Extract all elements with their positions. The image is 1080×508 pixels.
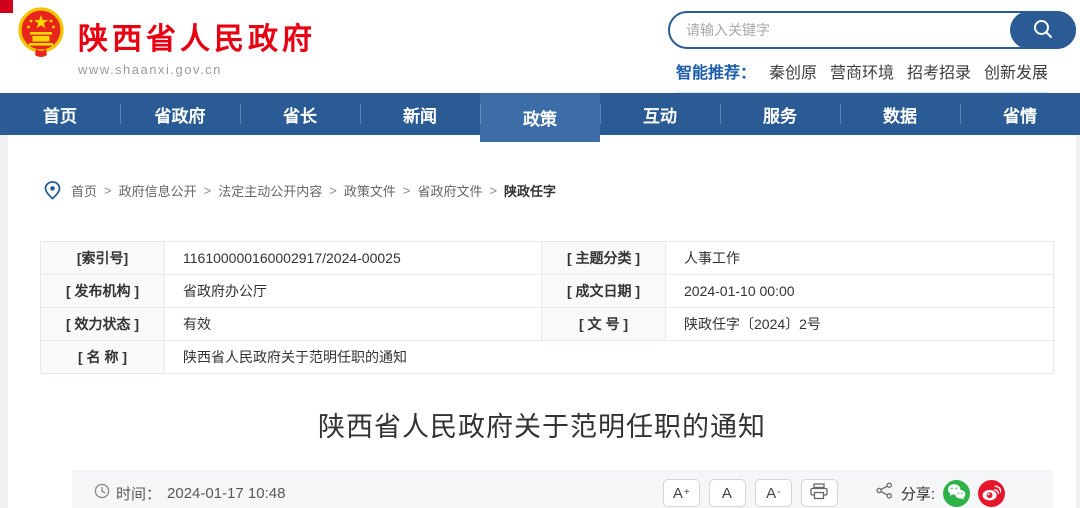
table-row: [索引号] 116100000160002917/2024-00025 [ 主题… — [41, 242, 1054, 275]
search-button[interactable] — [1010, 11, 1076, 49]
font-increase-button[interactable]: A+ — [663, 479, 700, 507]
nav-item-data[interactable]: 数据 — [840, 93, 960, 135]
site-header: 陕西省人民政府 www.shaanxi.gov.cn 智能推荐： 秦创原 营商环… — [0, 0, 1080, 93]
doc-name-label: [ 名 称 ] — [41, 341, 165, 374]
page-body: 首页 > 政府信息公开 > 法定主动公开内容 > 政策文件 > 省政府文件 > … — [0, 135, 1080, 508]
search-icon — [1032, 18, 1054, 43]
site-identity: 陕西省人民政府 www.shaanxi.gov.cn — [78, 6, 316, 77]
breadcrumb-separator: > — [329, 183, 337, 198]
issuing-agency-value: 省政府办公厅 — [165, 275, 542, 308]
issue-date-label: [ 成文日期 ] — [542, 275, 666, 308]
breadcrumb-policy-docs[interactable]: 政策文件 — [344, 181, 396, 200]
nav-item-interaction[interactable]: 互动 — [600, 93, 720, 135]
time-value: 2024-01-17 10:48 — [167, 485, 285, 502]
wechat-icon — [947, 483, 966, 503]
breadcrumb-home[interactable]: 首页 — [71, 181, 97, 200]
breadcrumb-current: 陕政任字 — [504, 181, 556, 200]
site-url: www.shaanxi.gov.cn — [78, 62, 316, 77]
breadcrumb-separator: > — [204, 183, 212, 198]
toolbar-actions: A+ A A- — [663, 479, 1031, 507]
article-title: 陕西省人民政府关于范明任职的通知 — [8, 405, 1076, 444]
font-decrease-button[interactable]: A- — [755, 479, 792, 507]
time-label: 时间： — [116, 483, 161, 504]
table-row: [ 名 称 ] 陕西省人民政府关于范明任职的通知 — [41, 341, 1054, 374]
font-reset-button[interactable]: A — [709, 479, 746, 507]
nav-item-news[interactable]: 新闻 — [360, 93, 480, 135]
content-card: 首页 > 政府信息公开 > 法定主动公开内容 > 政策文件 > 省政府文件 > … — [8, 135, 1076, 508]
nav-item-services[interactable]: 服务 — [720, 93, 840, 135]
main-nav: 首页 省政府 省长 新闻 政策 互动 服务 数据 省情 — [0, 93, 1080, 135]
breadcrumb-statutory-disclosure[interactable]: 法定主动公开内容 — [218, 181, 322, 200]
doc-name-value: 陕西省人民政府关于范明任职的通知 — [165, 341, 1054, 374]
recommend-link-innovation[interactable]: 创新发展 — [984, 59, 1048, 83]
doc-number-label: [ 文 号 ] — [542, 308, 666, 341]
nav-item-province-info[interactable]: 省情 — [960, 93, 1080, 135]
document-info-table: [索引号] 116100000160002917/2024-00025 [ 主题… — [40, 241, 1054, 374]
smart-recommend-bar: 智能推荐： 秦创原 营商环境 招考招录 创新发展 — [676, 59, 1048, 93]
index-number-value: 116100000160002917/2024-00025 — [165, 242, 542, 275]
page: 陕西省人民政府 www.shaanxi.gov.cn 智能推荐： 秦创原 营商环… — [0, 0, 1080, 508]
recommend-link-qinchuangyuan[interactable]: 秦创原 — [769, 59, 817, 83]
weibo-icon — [982, 483, 1001, 504]
recommend-label: 智能推荐： — [676, 59, 756, 83]
breadcrumb-separator: > — [104, 183, 112, 198]
table-row: [ 效力状态 ] 有效 [ 文 号 ] 陕政任字〔2024〕2号 — [41, 308, 1054, 341]
print-button[interactable] — [801, 479, 838, 507]
recommend-link-business-env[interactable]: 营商环境 — [830, 59, 894, 83]
search-input[interactable] — [686, 15, 986, 45]
article-toolbar: 时间： 2024-01-17 10:48 A+ A A- — [72, 470, 1053, 508]
printer-icon — [810, 483, 828, 504]
breadcrumb-gov-info[interactable]: 政府信息公开 — [119, 181, 197, 200]
nav-item-policy[interactable]: 政策 — [480, 93, 600, 142]
share-icon — [876, 482, 893, 504]
breadcrumb-separator: > — [403, 183, 411, 198]
validity-status-label: [ 效力状态 ] — [41, 308, 165, 341]
publish-time: 时间： 2024-01-17 10:48 — [94, 483, 285, 504]
index-number-label: [索引号] — [41, 242, 165, 275]
search-box — [668, 11, 1076, 49]
wechat-share-button[interactable] — [943, 480, 970, 507]
issuing-agency-label: [ 发布机构 ] — [41, 275, 165, 308]
validity-status-value: 有效 — [165, 308, 542, 341]
font-size-buttons: A+ A A- — [663, 479, 838, 507]
clock-icon — [94, 483, 110, 503]
nav-item-home[interactable]: 首页 — [0, 93, 120, 135]
breadcrumb-provincial-docs[interactable]: 省政府文件 — [417, 181, 482, 200]
weibo-share-button[interactable] — [978, 480, 1005, 507]
topic-category-value: 人事工作 — [666, 242, 1054, 275]
topic-category-label: [ 主题分类 ] — [542, 242, 666, 275]
nav-item-provincial-gov[interactable]: 省政府 — [120, 93, 240, 135]
breadcrumb: 首页 > 政府信息公开 > 法定主动公开内容 > 政策文件 > 省政府文件 > … — [8, 135, 1076, 200]
site-logo[interactable]: 陕西省人民政府 www.shaanxi.gov.cn — [16, 6, 316, 77]
share-group: 分享: — [876, 480, 1005, 507]
corner-red-square — [0, 0, 13, 13]
national-emblem-icon — [16, 6, 66, 63]
location-pin-icon — [44, 181, 61, 200]
recommend-link-recruitment[interactable]: 招考招录 — [907, 59, 971, 83]
breadcrumb-separator: > — [489, 183, 497, 198]
nav-item-governor[interactable]: 省长 — [240, 93, 360, 135]
issue-date-value: 2024-01-10 00:00 — [666, 275, 1054, 308]
share-label: 分享: — [901, 483, 935, 504]
site-title: 陕西省人民政府 — [78, 14, 316, 58]
doc-number-value: 陕政任字〔2024〕2号 — [666, 308, 1054, 341]
table-row: [ 发布机构 ] 省政府办公厅 [ 成文日期 ] 2024-01-10 00:0… — [41, 275, 1054, 308]
